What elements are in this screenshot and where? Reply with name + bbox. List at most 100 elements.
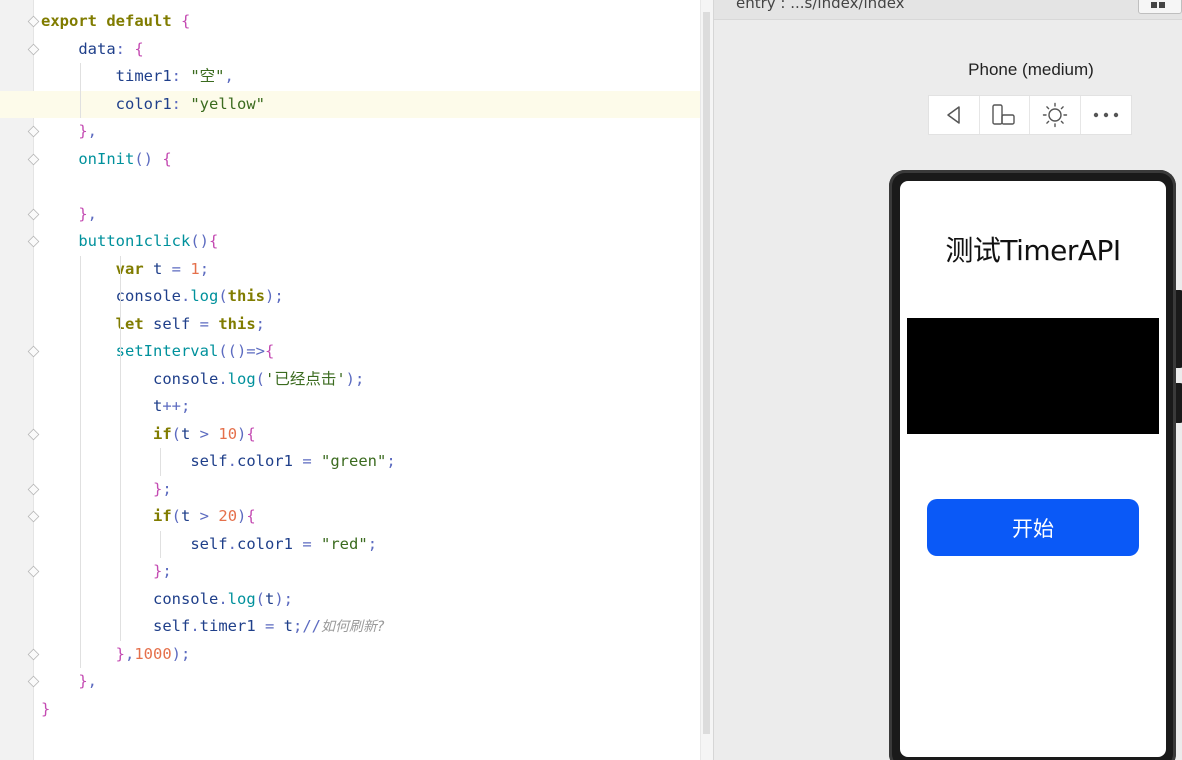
code-line-text: onInit() { [41,146,171,174]
code-line-text: var t = 1; [41,256,209,284]
code-token: 20 [218,507,238,525]
code-line[interactable]: onInit() { [0,146,700,174]
fold-toggle-icon[interactable] [27,208,40,220]
code-token: t [152,397,163,415]
start-button[interactable]: 开始 [927,499,1139,556]
code-token: color1 [236,452,293,470]
code-line[interactable] [0,173,700,201]
code-token: > [199,424,210,443]
fold-toggle-icon[interactable] [27,483,40,495]
code-line[interactable]: button1click(){ [0,228,700,256]
code-token: } [152,562,163,580]
code-line[interactable]: console.log('已经点击'); [0,366,700,394]
code-line[interactable]: self.color1 = "green"; [0,448,700,476]
code-token: . [227,452,237,470]
layout-toggle-button[interactable] [1138,0,1182,14]
indent-guide [160,530,161,558]
code-line[interactable]: console.log(this); [0,283,700,311]
code-line[interactable]: }; [0,558,700,586]
code-token: = [171,259,181,278]
code-line[interactable]: timer1: "空", [0,63,700,91]
code-token: : [171,67,181,85]
code-token: } [41,699,51,718]
code-line-text: timer1: "空", [41,63,234,91]
code-token: . [190,617,200,635]
fold-toggle-icon[interactable] [27,510,40,523]
code-token: ;// [293,617,322,635]
code-token: if [152,424,172,443]
code-token: log [190,287,219,305]
code-token: t [181,507,200,525]
indent-guide [80,255,81,668]
code-line[interactable]: export default { [0,8,700,36]
fold-toggle-icon[interactable] [27,648,40,660]
code-token: 10 [218,424,238,443]
code-token: = [302,452,312,470]
fold-toggle-icon[interactable] [27,153,40,165]
fold-toggle-icon[interactable] [27,43,40,55]
code-token: timer1 [199,617,256,635]
code-line[interactable]: }, [0,118,700,146]
code-token: : [171,94,181,113]
code-token: console [115,287,181,305]
code-line[interactable]: self.color1 = "red"; [0,531,700,559]
code-token: log [227,369,256,388]
code-editor[interactable]: export default { data: { timer1: "空", co… [0,0,700,760]
code-line[interactable]: if(t > 10){ [0,421,700,449]
code-line[interactable]: t++; [0,393,700,421]
code-line-text: color1: "yellow" [41,91,265,119]
code-token: this [227,287,265,305]
theme-button[interactable] [1030,96,1081,134]
code-line[interactable]: }, [0,201,700,229]
app-title: 测试TimerAPI [945,234,1121,267]
code-token: t [181,424,200,443]
code-token: onInit [78,149,135,168]
code-line[interactable]: }, [0,668,700,696]
code-line[interactable]: self.timer1 = t;//如何刷新? [0,613,700,641]
rotate-device-button[interactable] [980,96,1030,134]
code-line[interactable]: color1: "yellow" [0,90,700,119]
code-line[interactable]: setInterval(()=>{ [0,338,700,366]
fold-toggle-icon[interactable] [27,345,40,358]
more-button[interactable] [1081,96,1132,134]
editor-scroll-thumb[interactable] [703,12,710,734]
indent-guide [80,63,81,118]
back-icon [947,106,960,124]
fold-toggle-icon[interactable] [27,565,40,578]
code-line-text: }; [41,558,172,586]
code-token: color1 [236,534,293,553]
code-line[interactable]: var t = 1; [0,256,700,284]
fold-toggle-icon[interactable] [27,125,40,138]
code-token: = [265,617,275,635]
fold-toggle-icon[interactable] [27,15,40,28]
code-lines[interactable]: export default { data: { timer1: "空", co… [0,8,700,723]
code-token: self [143,314,200,333]
code-line[interactable]: console.log(t); [0,586,700,614]
fold-toggle-icon[interactable] [27,675,40,688]
code-line[interactable]: } [0,696,700,724]
code-line[interactable]: data: { [0,36,700,64]
code-line[interactable]: let self = this; [0,311,700,339]
code-token: ( [255,369,265,388]
code-line[interactable]: },1000); [0,641,700,669]
back-button[interactable] [929,96,980,134]
fold-toggle-icon[interactable] [27,428,40,440]
code-line[interactable]: }; [0,476,700,504]
fold-toggle-icon[interactable] [27,235,40,248]
code-line[interactable]: if(t > 20){ [0,503,700,531]
code-line-text: self.color1 = "green"; [41,448,396,476]
code-token: ; [386,452,396,470]
code-line-text: export default { [41,8,190,36]
code-token: self [190,534,228,553]
code-token: "yellow" [190,94,265,113]
code-line-text: console.log('已经点击'); [41,366,364,394]
